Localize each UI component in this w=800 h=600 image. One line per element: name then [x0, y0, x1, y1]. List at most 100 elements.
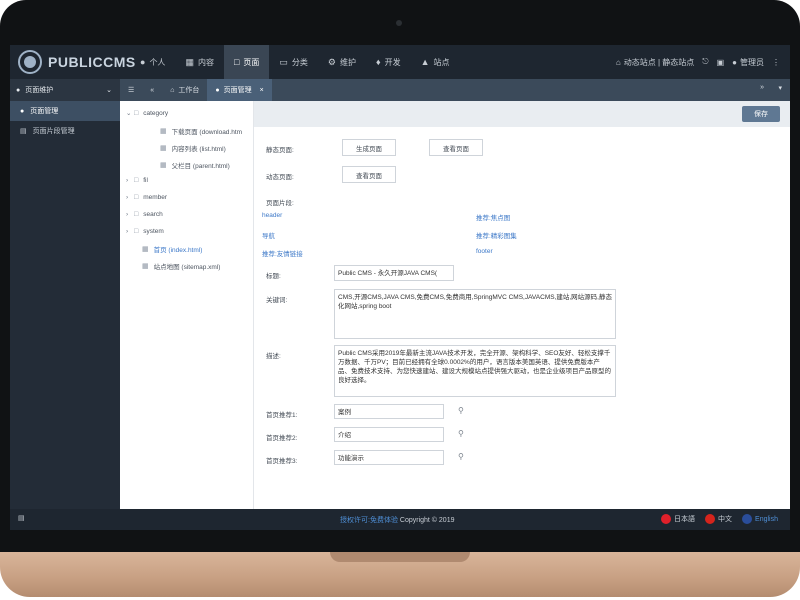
more-vertical-icon[interactable]: ⋮	[772, 58, 780, 67]
tab-scroll-right-icon[interactable]: »	[760, 84, 764, 91]
keywords-textarea[interactable]: CMS,开源CMS,JAVA CMS,免费CMS,免费商用,SpringMVC …	[334, 289, 616, 339]
tree-item-download[interactable]: ▦ 下载页面 (download.htm	[160, 126, 242, 136]
tree-item-fil[interactable]: › □ fil	[126, 177, 148, 184]
view-dynamic-page-button[interactable]: 查看页面	[342, 166, 396, 183]
nav-item-maintenance[interactable]: ⚙ 维护	[318, 45, 366, 79]
lang-english[interactable]: English	[755, 516, 778, 523]
folder-icon: □	[134, 177, 139, 184]
file-icon: ▦	[142, 263, 149, 270]
nav-item-label: 页面	[243, 57, 260, 67]
globe-icon: ●	[16, 86, 21, 94]
page-form: 静态页面: 生成页面 查看页面 动态页面: 查看页面 页面片段: header …	[254, 127, 790, 509]
tree-item-label: 内容列表 (list.html)	[171, 146, 226, 153]
sidebar-header[interactable]: ● 页面维护 ⌄	[10, 79, 120, 101]
search-icon[interactable]: ⚲	[458, 452, 464, 461]
lang-chinese[interactable]: 中文	[718, 514, 732, 524]
tab-bar: ☰ « ⌂ 工作台 ● 页面管理 × » ▾	[120, 79, 790, 101]
recommend-2-label: 首页推荐2:	[266, 435, 298, 442]
chevron-right-icon[interactable]: ›	[126, 177, 134, 184]
nav-item-content[interactable]: ▦ 内容	[175, 45, 224, 79]
fragment-link-nav[interactable]: 导航	[262, 230, 275, 240]
search-icon[interactable]: ⚲	[458, 429, 464, 438]
tree-item-list[interactable]: ▦ 内容列表 (list.html)	[160, 143, 226, 153]
fragment-link-footer[interactable]: footer	[476, 248, 493, 255]
page-icon: □	[233, 57, 240, 67]
tree-item-index[interactable]: ▦ 首页 (index.html)	[142, 244, 202, 254]
nav-item-page[interactable]: □ 页面	[223, 45, 270, 79]
chevron-down-icon: ⌄	[106, 87, 112, 94]
recommend-3-label: 首页推荐3:	[266, 458, 298, 465]
footer-center: 授权许可:免费体验 Copyright © 2019	[340, 515, 454, 525]
keywords-label: 关键词:	[266, 297, 288, 304]
tab-page-manage[interactable]: ● 页面管理 ×	[207, 79, 272, 101]
camera-dot	[396, 20, 402, 26]
fragment-link-focus[interactable]: 推荐:焦点图	[476, 212, 510, 222]
sidebar: ● 页面维护 ⌄ ● 页面管理 ▤ 页面片段管理	[10, 79, 120, 509]
description-label: 描述:	[266, 353, 281, 360]
close-icon[interactable]: ×	[260, 87, 264, 94]
tree-item-label: 首页 (index.html)	[153, 247, 203, 254]
tab-workbench[interactable]: ⌂ 工作台	[162, 79, 207, 101]
fragment-link-gallery[interactable]: 推荐:精彩图集	[476, 230, 517, 240]
license-link[interactable]: 授权许可:免费体验	[340, 517, 398, 524]
nav-item-label: 内容	[197, 57, 214, 67]
description-textarea[interactable]: Public CMS采用2019年最新主流JAVA技术开发，完全开源、架构科学、…	[334, 345, 616, 397]
recommend-1-label: 首页推荐1:	[266, 412, 298, 419]
folder-open-icon: □	[134, 109, 139, 117]
copyright-text: Copyright © 2019	[399, 517, 455, 524]
tree-item-search[interactable]: › □ search	[126, 211, 163, 218]
nav-item-label: 个人	[149, 57, 166, 67]
site-links[interactable]: 动态站点 | 静态站点	[624, 57, 695, 68]
nav-item-category[interactable]: ▭ 分类	[269, 45, 318, 79]
globe-icon: ●	[20, 107, 25, 115]
save-button[interactable]: 保存	[742, 106, 780, 122]
fragment-link-links[interactable]: 推荐:友情链接	[262, 248, 303, 258]
footer: ▤ 授权许可:免费体验 Copyright © 2019 日本語 中文 Engl…	[10, 509, 790, 530]
sidebar-item-page-manage[interactable]: ● 页面管理	[10, 101, 120, 121]
content-icon: ▦	[185, 56, 194, 67]
top-right-links: ⌂ 动态站点 | 静态站点 ⎋ ▣ ● 管理员 ⋮	[608, 45, 780, 79]
title-input[interactable]: Public CMS - 永久开源JAVA CMS(	[334, 265, 454, 281]
tree-item-label: category	[143, 109, 169, 117]
view-static-page-button[interactable]: 查看页面	[429, 139, 483, 156]
recommend-2-input[interactable]: 介绍	[334, 427, 444, 442]
nav-item-personal[interactable]: ● 个人	[130, 45, 175, 79]
recommend-1-input[interactable]: 案例	[334, 404, 444, 419]
file-icon: ▦	[160, 145, 167, 152]
tree-item-label: system	[143, 228, 164, 235]
tree-item-label: 站点地图 (sitemap.xml)	[153, 264, 221, 271]
tab-menu-icon[interactable]: ▾	[778, 84, 782, 92]
sidebar-item-fragment-manage[interactable]: ▤ 页面片段管理	[10, 121, 120, 141]
qrcode-icon[interactable]: ▣	[717, 58, 725, 67]
folder-icon: □	[134, 228, 139, 235]
tree-item-sitemap[interactable]: ▦ 站点地图 (sitemap.xml)	[142, 261, 220, 271]
chevron-down-icon[interactable]: ⌄	[126, 109, 134, 117]
sitemap-icon: ▲	[420, 57, 430, 67]
nav-item-label: 分类	[291, 57, 308, 67]
top-navbar: PUBLICCMS ● 个人 ▦ 内容 □ 页面 ▭ 分类 ⚙ 维护 ♦ 开发 ▲ 站点 ⌂ …	[10, 45, 790, 79]
menu-toggle-icon[interactable]: ☰	[120, 79, 142, 101]
chevron-right-icon[interactable]: ›	[126, 211, 134, 218]
folder-icon: ▭	[279, 56, 288, 67]
file-tree: ⌄ □ category ▦ 下载页面 (download.htm ▦ 内容列表…	[120, 101, 254, 509]
app-logo[interactable]: PUBLICCMS	[18, 49, 136, 75]
nav-item-site[interactable]: ▲ 站点	[411, 45, 460, 79]
tree-item-parent[interactable]: ▦ 父栏目 (parent.html)	[160, 160, 230, 170]
toolbar: 保存	[254, 101, 790, 127]
logout-icon[interactable]: ⎋	[702, 57, 708, 67]
chevron-right-icon[interactable]: ›	[126, 228, 134, 235]
generate-page-button[interactable]: 生成页面	[342, 139, 396, 156]
tab-scroll-left-icon[interactable]: «	[142, 79, 162, 101]
admin-label[interactable]: 管理员	[740, 57, 764, 68]
tree-item-system[interactable]: › □ system	[126, 228, 164, 235]
search-icon[interactable]: ⚲	[458, 406, 464, 415]
nav-item-develop[interactable]: ♦ 开发	[366, 45, 411, 79]
tree-item-category[interactable]: ⌄ □ category	[126, 109, 169, 118]
image-icon[interactable]: ▤	[18, 514, 25, 522]
fragment-link-header[interactable]: header	[262, 212, 282, 219]
lang-japanese[interactable]: 日本語	[674, 514, 695, 524]
chevron-right-icon[interactable]: ›	[126, 194, 134, 201]
recommend-3-input[interactable]: 功能演示	[334, 450, 444, 465]
gears-icon: ⚙	[327, 56, 336, 67]
tree-item-member[interactable]: › □ member	[126, 194, 167, 201]
